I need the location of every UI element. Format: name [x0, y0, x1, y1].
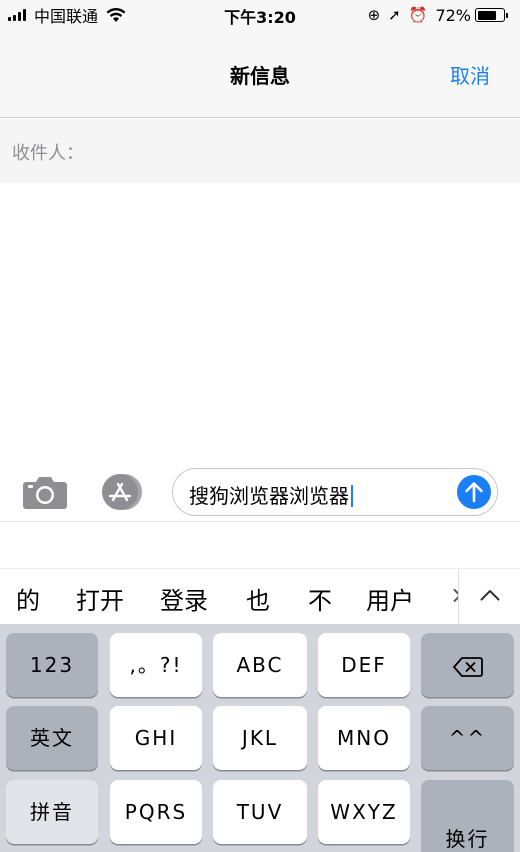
battery-percent: 72% — [435, 5, 471, 25]
key-pqrs[interactable]: PQRS — [110, 780, 202, 844]
key-english[interactable]: 英文 — [6, 706, 98, 770]
key-tuv[interactable]: TUV — [213, 780, 307, 844]
status-bar: 中国联通 下午3:20 ⊕ ➚ ⏰ 72% — [0, 0, 520, 30]
chevron-up-icon — [480, 590, 500, 601]
rotation-lock-icon: ⊕ — [367, 6, 381, 24]
candidate-word[interactable]: 不 — [308, 581, 332, 616]
candidate-bar: 的 打开 登录 也 不 用户 × — [0, 568, 520, 625]
camera-icon[interactable] — [22, 474, 68, 510]
battery-level — [477, 10, 496, 20]
text-caret — [351, 485, 353, 507]
key-wxyz[interactable]: WXYZ — [318, 780, 410, 844]
key-emoticon[interactable]: ^^ — [421, 706, 514, 770]
app-store-icon[interactable] — [96, 472, 146, 512]
candidate-word[interactable]: 登录 — [160, 581, 208, 616]
key-pinyin[interactable]: 拼音 — [6, 780, 98, 844]
recipient-label: 收件人： — [12, 143, 84, 164]
page-title: 新信息 — [230, 64, 290, 88]
send-button[interactable] — [457, 475, 491, 509]
candidate-word[interactable]: 的 — [16, 581, 40, 616]
navigation-bar: 新信息 取消 — [0, 30, 520, 118]
candidate-list: 的 打开 登录 也 不 用户 × — [0, 569, 460, 625]
return-key[interactable]: 换行 — [421, 780, 514, 852]
candidate-word[interactable]: 打开 — [76, 581, 124, 616]
key-mno[interactable]: MNO — [318, 706, 410, 770]
status-bar-right: ⊕ ➚ ⏰ 72% — [368, 4, 508, 26]
delete-key[interactable] — [421, 633, 514, 697]
message-input[interactable]: 搜狗浏览器浏览器 — [172, 468, 498, 516]
candidate-word[interactable]: 也 — [246, 581, 270, 616]
battery-icon — [475, 8, 508, 22]
key-punctuation[interactable]: ,。?! — [110, 633, 202, 697]
cancel-button[interactable]: 取消 — [450, 60, 490, 89]
alarm-icon: ⏰ — [408, 6, 428, 24]
compose-bar: 搜狗浏览器浏览器 — [0, 460, 520, 522]
candidate-word[interactable]: 用户 — [366, 581, 414, 616]
arrow-up-icon — [465, 482, 483, 503]
expand-candidates-button[interactable] — [458, 569, 520, 625]
key-jkl[interactable]: JKL — [213, 706, 307, 770]
message-text: 搜狗浏览器浏览器 — [189, 484, 349, 508]
key-123[interactable]: 123 — [6, 633, 98, 697]
keyboard: 123 ,。?! ABC DEF 英文 GHI JKL MNO ^^ 拼音 PQ… — [0, 624, 520, 852]
key-def[interactable]: DEF — [318, 633, 410, 697]
recipient-field[interactable]: 收件人： — [0, 119, 520, 183]
location-icon: ➚ — [388, 6, 401, 24]
key-abc[interactable]: ABC — [213, 633, 307, 697]
delete-icon — [452, 656, 483, 677]
key-ghi[interactable]: GHI — [110, 706, 202, 770]
